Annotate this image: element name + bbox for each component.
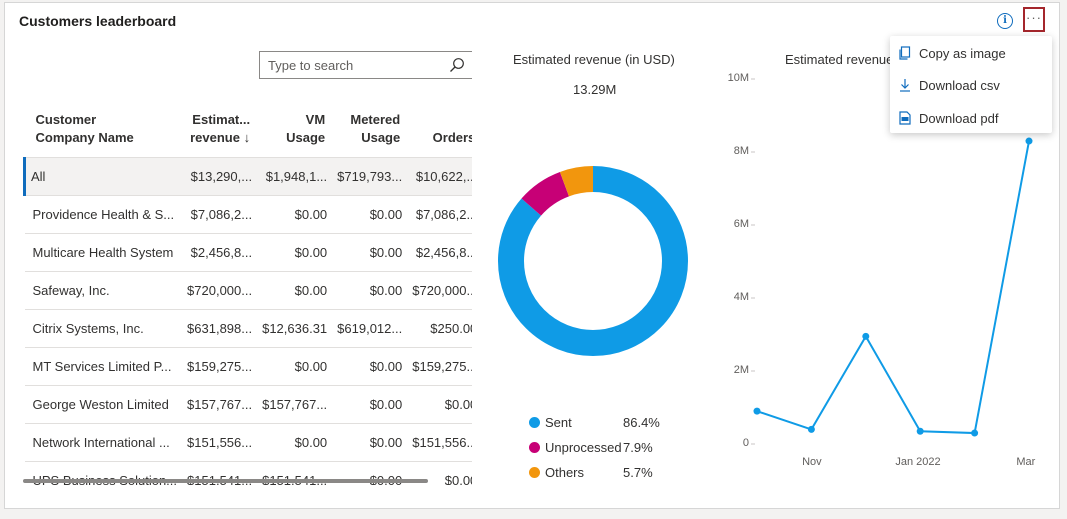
legend-label: Others [545,465,585,480]
table-cell: $157,767... [183,385,259,424]
table-horizontal-scrollbar[interactable] [23,479,428,483]
table-cell: $0.00 [258,347,334,386]
table-cell: $1,948,1... [258,157,334,196]
menu-item-download-pdf[interactable]: Download pdf [890,103,1052,133]
donut-chart [498,166,688,356]
table-cell: $0.00 [333,233,409,272]
line-point[interactable] [971,429,979,437]
column-header-customer[interactable]: Customer Company Name [24,87,184,158]
column-header-orders[interactable]: Orders [408,87,472,158]
table-cell: $0.00 [258,423,334,462]
legend-item[interactable]: Sent 86.4% [529,415,660,430]
table-cell: $0.00 [333,271,409,310]
table-row[interactable]: Multicare Health System $2,456,8... $0.00 $… [24,233,472,272]
table-cell: $619,012... [333,309,409,348]
table-cell: $7,086,2... [408,195,472,234]
y-tick-label: 0 [742,437,749,449]
column-header-vm-usage[interactable]: VM Usage [258,87,334,158]
menu-item-copy-as-image[interactable]: Copy as image [890,38,1052,68]
table-cell: $12,636.31 [258,309,334,348]
line-point[interactable] [1025,137,1033,145]
customer-name-cell: Network International ... [24,423,184,462]
table-row[interactable]: Citrix Systems, Inc. $631,898... $12,636.3… [24,309,472,348]
customer-name-cell: Safeway, Inc. [24,271,184,310]
donut-chart-title: Estimated revenue (in USD) [513,52,675,67]
search-icon[interactable] [449,57,465,73]
table-cell: $0.00 [333,195,409,234]
table-cell: $0.00 [408,385,472,424]
customers-leaderboard-card: Customers leaderboard i ··· Customer Com… [4,2,1060,509]
leaderboard-table: Customer Company Name Estimat... revenue… [23,87,472,485]
table-row[interactable]: Providence Health & S... $7,086,2... $0.00… [24,195,472,234]
legend-dot-icon [529,442,540,453]
table-cell: $719,793... [333,157,409,196]
table-cell: $720,000... [408,271,472,310]
table-cell: $0.00 [258,195,334,234]
table-row[interactable]: All $13,290,... $1,948,1... $719,793... $10,… [23,157,472,196]
customer-name-cell: Multicare Health System [24,233,184,272]
table-cell: $7,086,2... [183,195,259,234]
table-cell: $0.00 [333,385,409,424]
table-cell: $631,898... [183,309,259,348]
table-cell: $0.00 [258,271,334,310]
legend-percent: 5.7% [623,465,653,480]
table-cell: $10,622,... [408,157,472,196]
table-row[interactable]: George Weston Limited $157,767... $157,767… [24,385,472,424]
customer-name-cell: MT Services Limited P... [24,347,184,386]
leaderboard-table-viewport: Customer Company Name Estimat... revenue… [5,3,472,485]
table-cell: $0.00 [333,347,409,386]
y-tick-label: 6M [733,218,749,230]
line-point[interactable] [916,427,924,435]
table-row[interactable]: Safeway, Inc. $720,000... $0.00 $0.00 $720,0… [24,271,472,310]
menu-item-download-csv[interactable]: Download csv [890,70,1052,100]
y-tick-label: 4M [733,291,749,303]
menu-item-label: Copy as image [919,46,1006,61]
legend-item[interactable]: Others 5.7% [529,465,653,480]
download-icon [900,79,910,92]
customer-name-cell: George Weston Limited [24,385,184,424]
table-cell: $0.00 [258,233,334,272]
table-cell: $151,556... [183,423,259,462]
table-cell: $13,290,... [183,157,259,196]
legend-percent: 7.9% [623,440,653,455]
line-point[interactable] [807,425,815,433]
table-cell: $151,556... [408,423,472,462]
donut-total-value: 13.29M [573,82,617,97]
table-cell: $159,275... [408,347,472,386]
table-cell: $720,000... [183,271,259,310]
legend-item[interactable]: Unprocessed 7.9% [529,440,653,455]
pdf-icon [899,111,911,125]
legend-label: Sent [545,415,572,430]
menu-item-label: Download csv [919,78,1000,93]
search-box[interactable] [259,51,472,79]
y-tick-label: 8M [733,145,749,157]
table-header-row: Customer Company Name Estimat... revenue… [24,87,472,158]
column-header-estimated-revenue[interactable]: Estimat... revenue ↓ [183,87,259,158]
options-menu: Copy as image Download csv Download pdf [890,36,1052,133]
y-tick-label: 2M [733,364,749,376]
table-cell: $2,456,8... [408,233,472,272]
customer-name-cell: All [23,157,184,196]
search-input[interactable] [266,57,440,74]
line-point[interactable] [862,332,870,340]
table-row[interactable]: Network International ... $151,556... $0.0… [24,423,472,462]
line-point[interactable] [753,407,761,415]
legend-dot-icon [529,467,540,478]
line-series [756,140,1030,435]
table-cell: $0.00 [333,423,409,462]
table-cell: $250.00 [408,309,472,348]
menu-item-label: Download pdf [919,111,999,126]
table-cell: $157,767... [258,385,334,424]
copy-icon [899,46,911,60]
customer-name-cell: Citrix Systems, Inc. [24,309,184,348]
column-header-metered-usage[interactable]: Metered Usage [333,87,409,158]
legend-percent: 86.4% [623,415,660,430]
y-tick-label: 10M [727,72,749,84]
legend-dot-icon [529,417,540,428]
customer-name-cell: Providence Health & S... [24,195,184,234]
table-cell: $2,456,8... [183,233,259,272]
legend-label: Unprocessed [545,440,622,455]
table-row[interactable]: MT Services Limited P... $159,275... $0.00… [24,347,472,386]
table-cell: $159,275... [183,347,259,386]
